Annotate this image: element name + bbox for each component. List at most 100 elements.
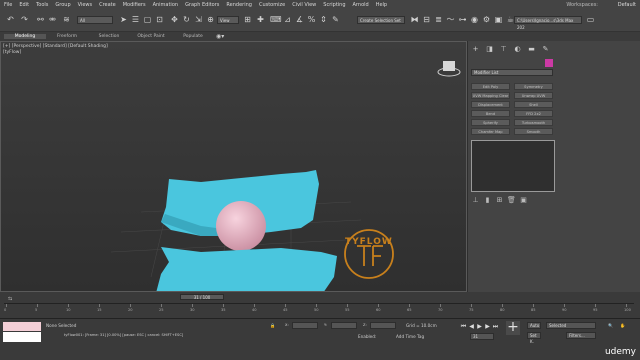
menu-animation[interactable]: Animation xyxy=(153,2,179,8)
lock-selection-icon[interactable]: 🔒 xyxy=(270,323,275,329)
menu-edit[interactable]: Edit xyxy=(19,2,29,8)
modifier-button[interactable]: Turbosmooth xyxy=(514,119,553,126)
time-slider[interactable]: 31 / 100 xyxy=(180,294,224,300)
menu-group[interactable]: Group xyxy=(55,2,70,8)
bind-spacewarp-icon[interactable]: ≋ xyxy=(62,15,71,24)
object-color-swatch[interactable] xyxy=(545,59,553,67)
menu-scripting[interactable]: Scripting xyxy=(323,2,345,8)
show-end-result-icon[interactable]: ▮ xyxy=(483,196,492,204)
auto-key-button[interactable]: Auto xyxy=(527,322,541,329)
go-to-start-icon[interactable]: ⏮ xyxy=(460,323,467,330)
tab-populate[interactable]: Populate xyxy=(172,34,214,39)
mirror-icon[interactable]: ⧓ xyxy=(410,15,419,24)
hierarchy-tab-icon[interactable]: ⊤ xyxy=(498,45,509,54)
menu-rendering[interactable]: Rendering xyxy=(226,2,252,8)
placement-icon[interactable]: ⊕ xyxy=(206,15,215,24)
make-unique-icon[interactable]: ⊞ xyxy=(495,196,504,204)
select-by-name-icon[interactable]: ☰ xyxy=(131,15,140,24)
go-to-end-icon[interactable]: ⏭ xyxy=(492,323,499,330)
redo-icon[interactable]: ↷ xyxy=(20,15,29,24)
menu-graph-editors[interactable]: Graph Editors xyxy=(185,2,219,8)
modifier-button[interactable]: Spherify xyxy=(471,119,510,126)
set-key-button[interactable]: Set K. xyxy=(527,332,541,344)
timeline-toggle-icon[interactable]: ⇆ xyxy=(8,296,12,302)
zoom-icon[interactable]: 🔍 xyxy=(608,323,613,329)
modifier-button[interactable]: UVW Mapping Clear xyxy=(471,92,510,99)
menu-customize[interactable]: Customize xyxy=(259,2,285,8)
previous-frame-icon[interactable]: ◀ xyxy=(468,323,475,330)
undo-icon[interactable]: ↶ xyxy=(6,15,15,24)
menu-views[interactable]: Views xyxy=(78,2,92,8)
edit-named-selection-icon[interactable]: ✎ xyxy=(331,15,340,24)
modifier-button[interactable]: Smooth xyxy=(514,128,553,135)
menu-file[interactable]: File xyxy=(4,2,12,8)
pin-stack-icon[interactable]: ⊥ xyxy=(471,196,480,204)
angle-snap-icon[interactable]: ∡ xyxy=(295,15,304,24)
tab-freeform[interactable]: Freeform xyxy=(46,34,88,39)
unlink-icon[interactable]: ⚮ xyxy=(48,15,57,24)
current-frame-field[interactable]: 31 xyxy=(470,333,494,340)
rotate-icon[interactable]: ↻ xyxy=(182,15,191,24)
modifier-button[interactable]: FFD 2x2 xyxy=(514,110,553,117)
region-select-icon[interactable]: ▢ xyxy=(143,15,152,24)
remove-modifier-icon[interactable]: 🗑 xyxy=(507,196,516,204)
menu-modifiers[interactable]: Modifiers xyxy=(123,2,146,8)
menu-arnold[interactable]: Arnold xyxy=(353,2,369,8)
maxscript-output[interactable] xyxy=(3,332,41,342)
display-tab-icon[interactable]: ▬ xyxy=(526,45,537,54)
x-coordinate-field[interactable] xyxy=(292,322,318,329)
configure-modifier-sets-icon[interactable]: ▣ xyxy=(519,196,528,204)
utilities-tab-icon[interactable]: ✎ xyxy=(540,45,551,54)
tab-object-paint[interactable]: Object Paint xyxy=(130,34,172,39)
modifier-button[interactable]: Shell xyxy=(514,101,553,108)
modifier-button[interactable]: Unwrap UVW xyxy=(514,92,553,99)
render-frame-icon[interactable]: ▣ xyxy=(494,15,503,24)
ribbon-toggle-icon[interactable]: ◉▾ xyxy=(216,33,224,40)
new-key-icon[interactable]: + xyxy=(506,320,520,335)
perspective-viewport[interactable]: [+] [Perspective] [Standard] [Default Sh… xyxy=(0,41,467,292)
timeline[interactable]: ⇆ 31 / 100 0 5 10 15 20 25 30 35 40 45 50 55 60 65 70 7… xyxy=(0,292,640,318)
reference-coordinate-dropdown[interactable]: View xyxy=(217,16,239,24)
render-setup-icon[interactable]: ⚙ xyxy=(482,15,491,24)
z-coordinate-field[interactable] xyxy=(370,322,396,329)
modifier-button[interactable]: Edit Poly xyxy=(471,83,510,90)
modifier-button[interactable]: Bend xyxy=(471,110,510,117)
create-tab-icon[interactable]: + xyxy=(470,45,481,54)
snap-toggle-icon[interactable]: ⊿ xyxy=(283,15,292,24)
modifier-list-dropdown[interactable]: Modifier List xyxy=(471,69,553,76)
percent-snap-icon[interactable]: % xyxy=(307,15,316,24)
tab-modeling[interactable]: Modeling xyxy=(4,34,46,39)
menu-create[interactable]: Create xyxy=(99,2,116,8)
scale-icon[interactable]: ⇲ xyxy=(194,15,203,24)
link-icon[interactable]: ⚯ xyxy=(36,15,45,24)
next-frame-icon[interactable]: ▶ xyxy=(484,323,491,330)
key-filter-dropdown[interactable]: Selected xyxy=(546,322,596,329)
modifier-stack[interactable] xyxy=(471,140,555,192)
motion-tab-icon[interactable]: ◐ xyxy=(512,45,523,54)
maxscript-listener-input[interactable] xyxy=(3,322,41,331)
menu-civil-view[interactable]: Civil View xyxy=(292,2,316,8)
add-time-tag-button[interactable]: Add Time Tag xyxy=(396,334,424,339)
modifier-button[interactable]: Displacement xyxy=(471,101,510,108)
play-icon[interactable]: ▶ xyxy=(476,323,483,330)
material-editor-icon[interactable]: ◉ xyxy=(470,15,479,24)
align-icon[interactable]: ⊟ xyxy=(422,15,431,24)
menu-help[interactable]: Help xyxy=(376,2,387,8)
workspaces-dropdown[interactable]: Default xyxy=(618,2,636,8)
window-crossing-icon[interactable]: ⊡ xyxy=(155,15,164,24)
curve-editor-icon[interactable]: 〜 xyxy=(446,15,455,24)
modify-tab-icon[interactable]: ◨ xyxy=(484,45,495,54)
y-coordinate-field[interactable] xyxy=(331,322,357,329)
enabled-toggle-label[interactable]: Enabled: xyxy=(358,334,376,339)
schematic-view-icon[interactable]: ⊶ xyxy=(458,15,467,24)
key-filters-button[interactable]: Filters... xyxy=(566,332,596,339)
selection-filter-dropdown[interactable]: All xyxy=(77,16,113,24)
select-manipulate-icon[interactable]: ✚ xyxy=(256,15,265,24)
pan-icon[interactable]: ✋ xyxy=(620,323,625,329)
modifier-button[interactable]: Chamfer Map xyxy=(471,128,510,135)
menu-tools[interactable]: Tools xyxy=(36,2,48,8)
modifier-button[interactable]: Symmetry xyxy=(514,83,553,90)
move-icon[interactable]: ✥ xyxy=(170,15,179,24)
project-path-dropdown[interactable]: C:\Users\Ignacio...s\3ds Max 202 xyxy=(514,16,582,30)
named-selection-set-dropdown[interactable]: Create Selection Set xyxy=(357,16,405,24)
